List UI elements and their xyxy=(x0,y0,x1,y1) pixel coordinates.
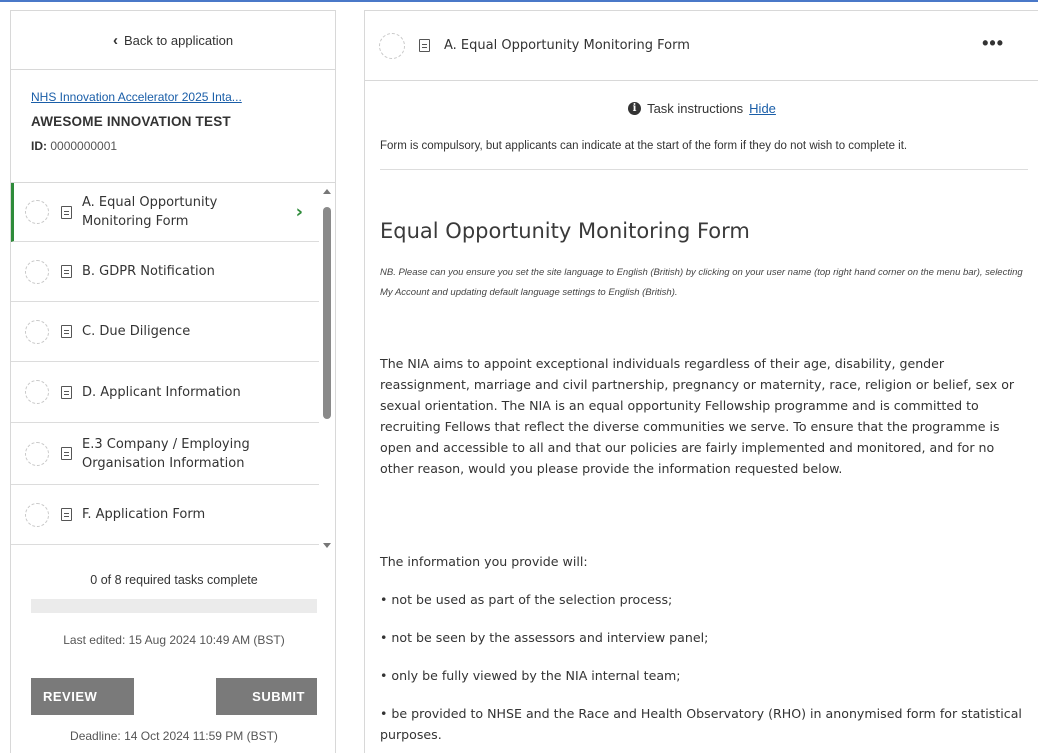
task-label: F. Application Form xyxy=(82,507,206,522)
task-item-due-diligence[interactable]: C. Due Diligence xyxy=(11,302,319,362)
review-button[interactable]: REVIEW xyxy=(31,678,134,715)
scroll-down-arrow-icon[interactable] xyxy=(323,543,331,548)
document-icon xyxy=(61,508,72,521)
task-label: B. GDPR Notification xyxy=(82,264,215,279)
task-instructions-text: Form is compulsory, but applicants can i… xyxy=(380,140,908,152)
document-icon xyxy=(61,325,72,338)
back-label: Back to application xyxy=(123,32,234,48)
list-item: • not be used as part of the selection p… xyxy=(380,592,673,607)
task-item-applicant-information[interactable]: D. Applicant Information xyxy=(11,362,319,423)
deadline-text: Deadline: 14 Oct 2024 11:59 PM (BST) xyxy=(70,729,278,743)
task-label: E.3 Company / Employing Organisation Inf… xyxy=(82,436,250,471)
task-list-scrollbar[interactable] xyxy=(321,183,333,554)
task-label: A. Equal Opportunity Monitoring Form xyxy=(82,195,218,229)
task-item-application-form[interactable]: F. Application Form xyxy=(11,485,319,545)
task-item-company-information[interactable]: E.3 Company / Employing Organisation Inf… xyxy=(11,423,319,485)
task-status-circle xyxy=(25,502,49,527)
task-title: A. Equal Opportunity Monitoring Form xyxy=(444,38,690,53)
intro-paragraph: The NIA aims to appoint exceptional indi… xyxy=(380,356,1015,476)
task-status-circle xyxy=(25,319,49,344)
task-status-circle xyxy=(25,259,49,284)
application-name: AWESOME INNOVATION TEST xyxy=(31,114,231,129)
document-icon xyxy=(61,385,72,399)
application-link[interactable]: NHS Innovation Accelerator 2025 Inta... xyxy=(31,90,317,104)
task-status-circle xyxy=(25,200,49,224)
info-icon: i xyxy=(628,102,642,115)
task-item-gdpr[interactable]: B. GDPR Notification xyxy=(11,242,319,302)
document-icon xyxy=(61,265,72,278)
task-status-circle xyxy=(25,380,49,404)
hide-instructions-link[interactable]: Hide xyxy=(749,101,776,116)
scroll-thumb[interactable] xyxy=(323,207,331,419)
form-title: Equal Opportunity Monitoring Form xyxy=(380,219,750,243)
document-icon xyxy=(61,205,72,219)
task-list: A. Equal Opportunity Monitoring Form › B… xyxy=(11,182,335,554)
task-instructions-toggle: i Task instructions Hide xyxy=(365,101,1038,116)
application-info: NHS Innovation Accelerator 2025 Inta... … xyxy=(11,70,335,182)
task-item-equal-opportunity[interactable]: A. Equal Opportunity Monitoring Form › xyxy=(11,183,319,242)
list-item: • not be seen by the assessors and inter… xyxy=(380,630,709,645)
task-label: C. Due Diligence xyxy=(82,324,191,339)
submit-button[interactable]: SUBMIT xyxy=(216,678,317,715)
progress-text: 0 of 8 required tasks complete xyxy=(90,573,258,587)
task-instructions-label: Task instructions xyxy=(647,101,744,116)
task-sidebar: ‹ Back to application NHS Innovation Acc… xyxy=(10,10,336,753)
document-icon xyxy=(61,447,72,460)
task-label: D. Applicant Information xyxy=(82,384,241,400)
id-label: ID: xyxy=(31,139,47,153)
task-status-circle xyxy=(25,441,49,466)
back-to-application-link[interactable]: ‹ Back to application xyxy=(11,11,335,70)
more-options-icon[interactable]: ••• xyxy=(982,33,1004,54)
task-header: A. Equal Opportunity Monitoring Form ••• xyxy=(365,11,1038,81)
last-edited-text: Last edited: 15 Aug 2024 10:49 AM (BST) xyxy=(63,633,285,647)
task-status-circle[interactable] xyxy=(379,32,405,59)
chevron-right-icon: › xyxy=(295,201,303,223)
divider xyxy=(380,169,1028,170)
form-note: NB. Please can you ensure you set the si… xyxy=(380,267,1023,298)
list-item: • be provided to NHSE and the Race and H… xyxy=(380,706,1022,742)
application-id: ID: 0000000001 xyxy=(31,139,317,153)
progress-bar xyxy=(31,599,317,613)
info-lead-paragraph: The information you provide will: xyxy=(380,554,588,569)
id-value: 0000000001 xyxy=(50,139,118,153)
task-content-panel: A. Equal Opportunity Monitoring Form •••… xyxy=(364,10,1038,753)
chevron-left-icon: ‹ xyxy=(112,31,118,49)
scroll-up-arrow-icon[interactable] xyxy=(323,189,331,194)
top-border xyxy=(0,0,1038,2)
document-icon xyxy=(419,39,430,52)
list-item: • only be fully viewed by the NIA intern… xyxy=(380,668,681,683)
